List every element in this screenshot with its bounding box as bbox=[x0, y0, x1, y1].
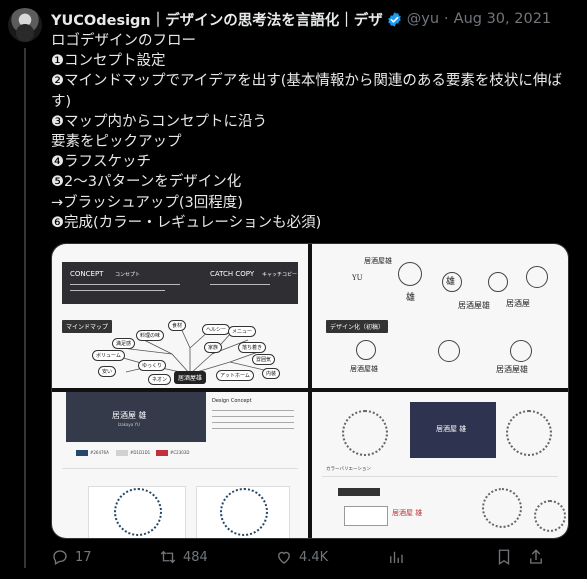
sketch-text: 居酒屋 bbox=[506, 299, 530, 308]
retweet-icon bbox=[160, 550, 176, 564]
bookmark-icon bbox=[498, 549, 510, 566]
design-draft-label: デザイン化（初稿） bbox=[326, 320, 389, 333]
mindmap-node: 食材 bbox=[168, 320, 187, 331]
mindmap-center-node: 居酒屋雄 bbox=[174, 371, 207, 384]
tweet-line: ❻完成(カラー・レギュレーションも必須) bbox=[51, 214, 322, 231]
tweet-header: YUCOdesign｜デザインの思考法を言語化｜デザ @yu · Aug 30,… bbox=[51, 9, 579, 29]
sketch-emblem bbox=[488, 272, 508, 292]
tweet-text: ロゴデザインのフロー ❶コンセプト設定 ❷マインドマップでアイデアを出す(基本情… bbox=[51, 31, 574, 233]
tweet-line: ❶コンセプト設定 bbox=[51, 53, 166, 70]
author-name[interactable]: YUCOdesign｜デザインの思考法を言語化｜デザ bbox=[51, 9, 383, 29]
image-mindmap[interactable]: CONCEPT コンセプト CATCH COPY キャッチコピー マインドマップ… bbox=[52, 244, 308, 388]
draft-emblem bbox=[510, 340, 532, 362]
author-handle[interactable]: @yu bbox=[407, 11, 439, 27]
separator-dot: · bbox=[444, 11, 449, 27]
draft-emblem bbox=[438, 340, 460, 362]
variation-text: 居酒屋 雄 bbox=[392, 509, 423, 517]
color-swatch bbox=[156, 450, 168, 456]
mindmap-node: ゆっくり bbox=[138, 360, 167, 371]
retweet-button[interactable]: 484 bbox=[159, 548, 275, 566]
avatar[interactable] bbox=[8, 8, 42, 42]
tweet-line: ❺2〜3パターンをデザイン化 bbox=[51, 174, 242, 191]
color-code: #26476A bbox=[90, 450, 109, 455]
brand-latin: Izakaya YU bbox=[118, 422, 140, 427]
mindmap-node: 安い bbox=[98, 366, 117, 377]
media-grid[interactable]: CONCEPT コンセプト CATCH COPY キャッチコピー マインドマップ… bbox=[51, 243, 569, 539]
tweet-line: →ブラッシュアップ(3回程度) bbox=[51, 194, 243, 211]
divider bbox=[62, 468, 298, 469]
mindmap-node: 雰囲気 bbox=[252, 354, 276, 365]
views-icon bbox=[390, 551, 403, 563]
wreath-emblem bbox=[220, 488, 268, 536]
concept-body-line bbox=[212, 416, 294, 417]
like-button[interactable]: 4.4K bbox=[275, 548, 387, 566]
design-concept-title: Design Concept bbox=[212, 398, 252, 404]
draft-text: 居酒屋雄 bbox=[350, 365, 378, 373]
tweet-date[interactable]: Aug 30, 2021 bbox=[454, 11, 552, 27]
views-button[interactable] bbox=[387, 548, 495, 566]
wreath-emblem bbox=[482, 488, 522, 528]
image-color-variation[interactable]: 居酒屋 雄 カラーバリエーション 居酒屋 雄 bbox=[312, 392, 568, 538]
color-code: #D1D1D1 bbox=[130, 450, 151, 455]
like-icon bbox=[278, 551, 290, 564]
mindmap-node: メニュー bbox=[228, 326, 257, 337]
verified-icon bbox=[387, 11, 401, 27]
image-sketches[interactable]: 居酒屋雄 YU 雄 居酒屋雄 居酒屋 雄 デザイン化（初稿） 居酒屋雄 居酒屋雄 bbox=[312, 244, 568, 388]
wreath-emblem bbox=[114, 488, 162, 536]
reply-icon bbox=[53, 550, 67, 565]
mindmap-node: ボリューム bbox=[92, 350, 125, 361]
tweet-line: ❸マップ内からコンセプトに沿う bbox=[51, 113, 267, 130]
mindmap-node: ネオン bbox=[148, 374, 172, 385]
color-code: #C2303D bbox=[170, 450, 190, 455]
wreath-emblem bbox=[534, 500, 566, 532]
sketch-emblem bbox=[398, 262, 422, 286]
sketch-text: YU bbox=[352, 274, 363, 282]
mindmap-node: 落ち着き bbox=[238, 342, 267, 353]
divider bbox=[322, 476, 558, 477]
bookmark-button[interactable] bbox=[495, 548, 527, 566]
sketch-text: 居酒屋雄 bbox=[364, 257, 392, 265]
mindmap-node: 家族 bbox=[204, 342, 223, 353]
mindmap-node: 料理の味 bbox=[136, 330, 165, 341]
variation-chip bbox=[338, 488, 380, 496]
tweet-line: 要素をピックアップ bbox=[51, 134, 182, 151]
wreath-emblem bbox=[342, 410, 388, 456]
sketch-text: 雄 bbox=[406, 293, 416, 303]
concept-body-line bbox=[212, 422, 294, 423]
reply-button[interactable]: 17 bbox=[51, 548, 159, 566]
share-button[interactable] bbox=[527, 548, 551, 566]
thread-line bbox=[24, 48, 26, 568]
mindmap-node: アットホーム bbox=[216, 370, 254, 381]
image-design-concept[interactable]: 居酒屋 雄 Izakaya YU Design Concept #26476A … bbox=[52, 392, 308, 538]
concept-body-line bbox=[212, 428, 294, 429]
retweet-count: 484 bbox=[183, 549, 208, 565]
wreath-emblem bbox=[506, 410, 552, 456]
tweet-line: ❷マインドマップでアイデアを出す(基本情報から関連のある要素を枝状に伸ばす) bbox=[51, 73, 562, 110]
brand-name: 居酒屋 雄 bbox=[112, 411, 147, 420]
color-swatch bbox=[76, 450, 88, 456]
brand-name: 居酒屋 雄 bbox=[436, 425, 467, 433]
mindmap-node: 満足感 bbox=[112, 338, 136, 349]
tweet-line: ❹ラフスケッチ bbox=[51, 154, 151, 171]
draft-emblem bbox=[356, 340, 376, 360]
like-count: 4.4K bbox=[299, 549, 329, 565]
tweet-line: ロゴデザインのフロー bbox=[51, 33, 196, 49]
sketch-text: 雄 bbox=[446, 277, 456, 287]
mindmap-connections bbox=[115, 325, 265, 375]
mindmap-node: 内装 bbox=[262, 368, 281, 379]
tweet: YUCOdesign｜デザインの思考法を言語化｜デザ @yu · Aug 30,… bbox=[0, 0, 587, 579]
action-bar: 17 484 4.4K bbox=[51, 546, 571, 568]
draft-text: 居酒屋雄 bbox=[496, 365, 528, 374]
mindmap-node: ヘルシー bbox=[202, 324, 231, 335]
color-swatch bbox=[116, 450, 128, 456]
sketch-text: 居酒屋雄 bbox=[458, 301, 490, 310]
share-icon bbox=[530, 549, 542, 564]
variation-box bbox=[344, 506, 388, 526]
reply-count: 17 bbox=[75, 549, 92, 565]
concept-body-line bbox=[212, 410, 294, 411]
sketch-emblem bbox=[526, 266, 548, 288]
color-variation-label: カラーバリエーション bbox=[326, 467, 371, 472]
